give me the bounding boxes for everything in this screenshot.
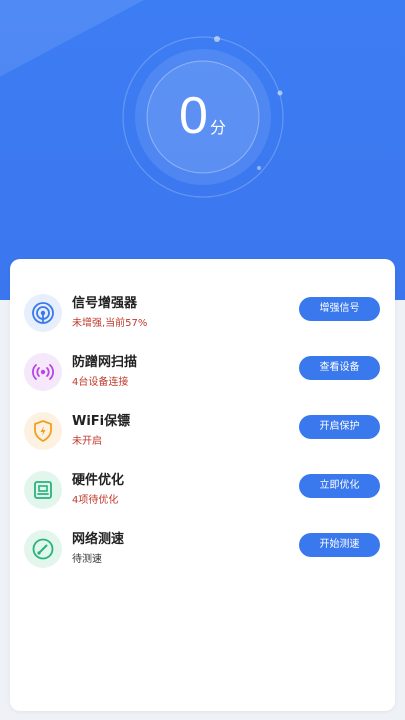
speedometer-icon — [24, 530, 62, 568]
feature-row-wifi-scan: 防蹭网扫描 4台设备连接 查看设备 — [10, 350, 395, 400]
feature-status: 未增强,当前57% — [72, 318, 148, 329]
hardware-icon — [24, 471, 62, 509]
feature-title: 信号增强器 — [72, 296, 138, 311]
feature-card: 信号增强器 未增强,当前57% 增强信号 防蹭网扫描 4台设备连接 查看设备 W… — [10, 259, 395, 711]
enable-protection-button[interactable]: 开启保护 — [299, 415, 380, 439]
feature-row-signal-booster: 信号增强器 未增强,当前57% 增强信号 — [10, 291, 395, 341]
feature-status: 待测速 — [72, 554, 102, 565]
score-gauge: 0分 — [0, 0, 405, 300]
signal-booster-icon — [24, 294, 62, 332]
feature-status: 4项待优化 — [72, 495, 119, 506]
start-speed-test-button[interactable]: 开始测速 — [299, 533, 380, 557]
score-value: 0 — [179, 87, 208, 145]
view-devices-button[interactable]: 查看设备 — [299, 356, 380, 380]
gauge-rings — [122, 36, 284, 198]
feature-title: 硬件优化 — [72, 473, 125, 488]
feature-title: 网络测速 — [72, 532, 125, 547]
feature-title: WiFi保镖 — [72, 414, 131, 429]
feature-row-hardware: 硬件优化 4项待优化 立即优化 — [10, 468, 395, 518]
score-display: 0分 — [0, 86, 405, 146]
header-banner: 0分 — [0, 0, 405, 300]
feature-row-speed-test: 网络测速 待测速 开始测速 — [10, 527, 395, 577]
feature-row-wifi-guard: WiFi保镖 未开启 开启保护 — [10, 409, 395, 459]
feature-status: 4台设备连接 — [72, 377, 129, 388]
score-unit: 分 — [209, 118, 226, 137]
boost-signal-button[interactable]: 增强信号 — [299, 297, 380, 321]
shield-bolt-icon — [24, 412, 62, 450]
optimize-now-button[interactable]: 立即优化 — [299, 474, 380, 498]
feature-status: 未开启 — [72, 436, 102, 447]
wifi-scan-icon — [24, 353, 62, 391]
feature-title: 防蹭网扫描 — [72, 355, 138, 370]
